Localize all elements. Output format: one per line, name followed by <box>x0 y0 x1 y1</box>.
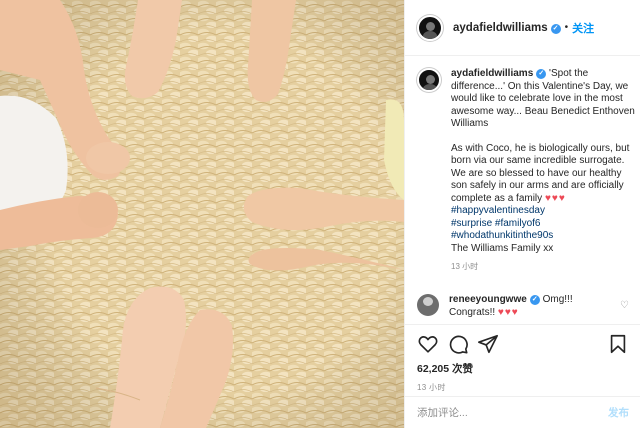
post-sidebar: aydafieldwilliams ✓ • 关注 aydafieldwilliam… <box>404 0 640 428</box>
hearts-icon: ♥♥♥ <box>544 192 566 204</box>
author-avatar[interactable] <box>417 14 443 41</box>
comment-input[interactable] <box>417 406 608 419</box>
bookmark-icon[interactable] <box>607 333 629 355</box>
hashtag-link[interactable]: #whodathunkitinthe90s <box>451 230 553 241</box>
post-comment-button[interactable]: 发布 <box>608 405 629 420</box>
like-count[interactable]: 62,205 次赞 <box>417 361 629 376</box>
commenter-username[interactable]: reneeyoungwwe ✓ <box>449 294 540 305</box>
verified-badge-icon: ✓ <box>536 69 547 79</box>
caption-signoff: The Williams Family xx <box>451 242 554 254</box>
caption-author-avatar[interactable] <box>417 68 441 92</box>
heart-icon[interactable] <box>417 333 439 355</box>
comment-body: reneeyoungwwe ✓ Omg!!! Congrats!! ♥♥♥ <box>449 294 609 319</box>
caption-username[interactable]: aydafieldwilliams ✓ <box>451 68 547 79</box>
author-username[interactable]: aydafieldwilliams ✓ <box>453 22 561 34</box>
verified-badge-icon: ✓ <box>550 23 561 34</box>
post-caption: aydafieldwilliams ✓ 'Spot the difference.… <box>417 68 637 274</box>
comment-icon[interactable] <box>447 333 469 355</box>
verified-badge-icon: ✓ <box>529 295 540 305</box>
action-icons <box>417 333 629 355</box>
comment-like-icon[interactable]: ♡ <box>620 300 629 311</box>
hashtag-link[interactable]: #surprise #familyof6 <box>451 218 540 229</box>
add-comment-bar: 发布 <box>405 396 640 428</box>
post-header: aydafieldwilliams ✓ • 关注 <box>405 0 640 56</box>
caption-paragraph-2: As with Coco, he is biologically ours, b… <box>451 143 637 256</box>
follow-button[interactable]: 关注 <box>572 20 594 36</box>
commenter-avatar[interactable] <box>417 294 439 316</box>
instagram-post-window: aydafieldwilliams ✓ • 关注 aydafieldwilliam… <box>0 0 640 428</box>
caption-body: aydafieldwilliams ✓ 'Spot the difference.… <box>451 68 637 274</box>
caption-paragraph-1: aydafieldwilliams ✓ 'Spot the difference.… <box>451 68 637 131</box>
commenter-username-text[interactable]: reneeyoungwwe <box>449 294 527 305</box>
share-icon[interactable] <box>477 333 499 355</box>
author-username-text[interactable]: aydafieldwilliams <box>453 22 548 34</box>
post-timestamp[interactable]: 13 小时 <box>417 382 629 393</box>
caption-text-2: As with Coco, he is biologically ours, b… <box>451 142 630 204</box>
hearts-icon: ♥♥♥ <box>497 306 519 318</box>
hashtag-link[interactable]: #happyvalentinesday <box>451 205 545 216</box>
caption-timestamp[interactable]: 13 小时 <box>451 261 637 274</box>
caption-username-text[interactable]: aydafieldwilliams <box>451 68 533 79</box>
comment-item: reneeyoungwwe ✓ Omg!!! Congrats!! ♥♥♥ ♡ <box>417 294 637 319</box>
separator-dot: • <box>564 22 569 33</box>
post-photo[interactable] <box>0 0 404 428</box>
post-actions: 62,205 次赞 13 小时 <box>405 324 640 393</box>
rug-feet-illustration <box>0 0 404 428</box>
